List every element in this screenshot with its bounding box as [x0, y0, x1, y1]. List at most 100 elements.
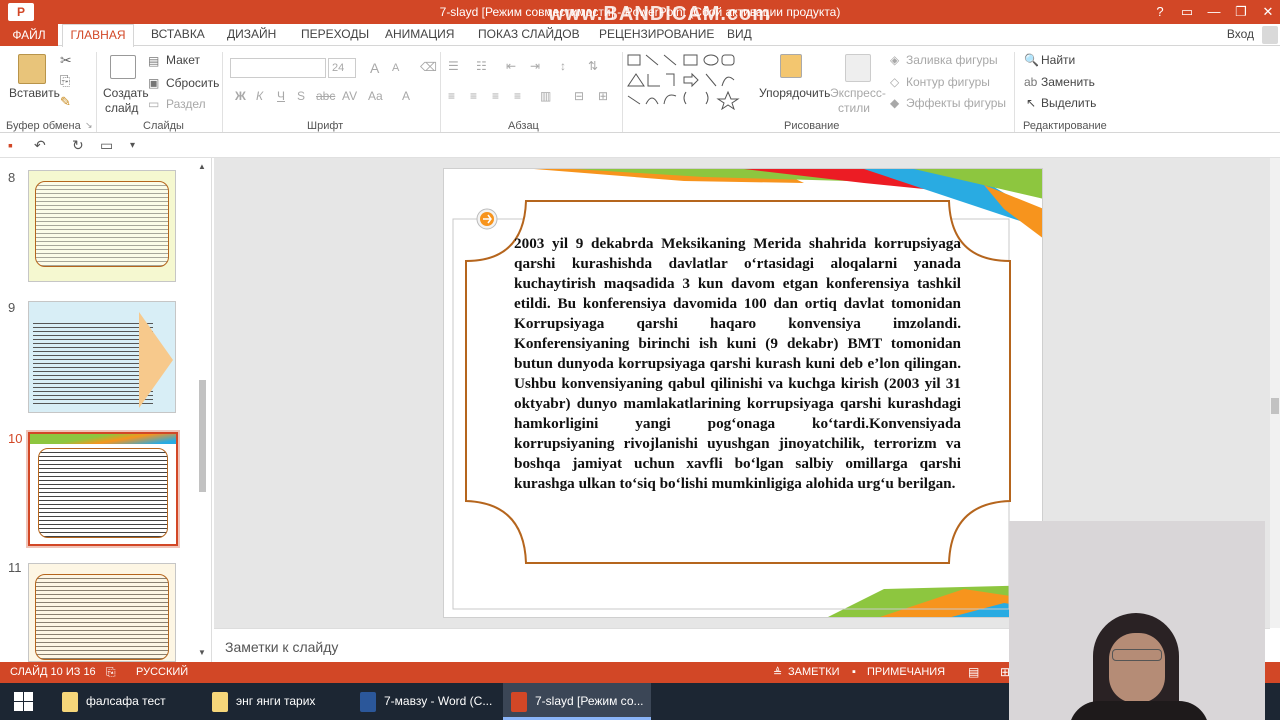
slide-thumbnail-8[interactable]	[28, 170, 176, 282]
group-divider	[1014, 52, 1015, 132]
align-text-icon[interactable]: ⊟	[574, 89, 584, 103]
quick-styles-button-line1[interactable]: Экспресс-	[830, 86, 886, 100]
tab-home[interactable]: ГЛАВНАЯ	[62, 24, 134, 47]
format-painter-icon[interactable]: ✎	[60, 94, 71, 110]
font-size-select[interactable]: 24	[328, 58, 356, 78]
arrange-icon	[780, 54, 802, 78]
redo-icon[interactable]: ↻	[72, 137, 84, 154]
windows-start-icon[interactable]	[14, 692, 34, 712]
tab-transitions[interactable]: ПЕРЕХОДЫ	[301, 27, 369, 41]
reset-button[interactable]: Сбросить	[166, 76, 219, 90]
increase-indent-icon[interactable]: ⇥	[530, 59, 540, 73]
ribbon-display-options-button[interactable]: ▭	[1173, 0, 1201, 24]
font-color-icon[interactable]: A	[402, 89, 410, 103]
bullets-icon[interactable]: ☰	[448, 59, 459, 73]
section-button[interactable]: Раздел	[166, 97, 206, 111]
tab-design[interactable]: ДИЗАЙН	[227, 27, 276, 41]
tab-review[interactable]: РЕЦЕНЗИРОВАНИЕ	[599, 27, 714, 41]
tab-insert[interactable]: ВСТАВКА	[151, 27, 205, 41]
cut-icon[interactable]: ✂	[60, 52, 72, 69]
dialog-launcher-icon[interactable]: ↘	[85, 120, 93, 131]
underline-button[interactable]: Ч	[277, 89, 285, 103]
group-divider	[622, 52, 623, 132]
powerpoint-app-icon[interactable]: P	[8, 3, 34, 21]
quick-styles-button-line2[interactable]: стили	[838, 101, 870, 115]
bold-button[interactable]: Ж	[235, 89, 246, 103]
sign-in-link[interactable]: Вход	[1227, 27, 1254, 41]
notes-toggle[interactable]: ЗАМЕТКИ	[788, 666, 840, 678]
undo-icon[interactable]: ↶	[34, 137, 46, 154]
account-avatar-icon[interactable]	[1262, 26, 1278, 44]
taskbar-item-label: 7-мавзу - Word (С...	[384, 694, 493, 708]
copy-icon[interactable]: ⎘	[60, 73, 70, 89]
grow-font-button[interactable]: A	[370, 60, 379, 76]
paste-button[interactable]: Вставить	[9, 86, 60, 100]
drawing-group-label: Рисование	[784, 120, 840, 132]
slide-thumbnail-10[interactable]	[26, 430, 180, 548]
comments-toggle[interactable]: ПРИМЕЧАНИЯ	[867, 666, 945, 678]
start-slideshow-icon[interactable]: ▭	[100, 137, 113, 154]
shape-effects-button[interactable]: Эффекты фигуры	[906, 96, 1006, 110]
layout-button[interactable]: Макет	[166, 53, 200, 67]
align-left-icon[interactable]: ≡	[448, 89, 455, 103]
slide-body-text[interactable]: 2003 yil 9 dekabrda Meksikaning Merida s…	[514, 234, 961, 494]
new-slide-button-line1[interactable]: Создать	[103, 86, 149, 100]
group-divider	[96, 52, 97, 132]
shape-outline-button[interactable]: Контур фигуры	[906, 75, 990, 89]
spelling-icon[interactable]: ⎘	[106, 665, 116, 680]
scroll-up-icon[interactable]: ▲	[198, 162, 207, 172]
slide-thumbnail-9[interactable]	[28, 301, 176, 413]
line-spacing-icon[interactable]: ↕	[560, 59, 566, 73]
taskbar-item[interactable]: фалсафа тест	[54, 683, 194, 720]
thumbnail-arrow-shape	[139, 312, 173, 408]
taskbar-item[interactable]: 7-мавзу - Word (С...	[352, 683, 498, 720]
align-center-icon[interactable]: ≡	[470, 89, 477, 103]
scroll-down-icon[interactable]: ▼	[198, 648, 207, 658]
shapes-gallery[interactable]	[626, 52, 754, 110]
font-family-select[interactable]	[230, 58, 326, 78]
shape-fill-button[interactable]: Заливка фигуры	[906, 53, 998, 67]
tab-slideshow[interactable]: ПОКАЗ СЛАЙДОВ	[478, 27, 580, 41]
columns-icon[interactable]: ▥	[540, 89, 551, 103]
scrollbar-thumb[interactable]	[1271, 398, 1279, 414]
find-icon: 🔍	[1024, 53, 1039, 67]
tab-animations[interactable]: АНИМАЦИЯ	[385, 27, 454, 41]
find-button[interactable]: Найти	[1041, 53, 1075, 67]
shadow-icon[interactable]: S	[297, 89, 305, 103]
numbering-icon[interactable]: ☷	[476, 59, 487, 73]
change-case-button[interactable]: Aa	[368, 89, 383, 103]
justify-icon[interactable]: ≡	[514, 89, 521, 103]
tab-file[interactable]: ФАЙЛ	[0, 24, 58, 46]
tab-view[interactable]: ВИД	[727, 27, 752, 41]
help-button[interactable]: ?	[1146, 0, 1174, 24]
shrink-font-button[interactable]: A	[392, 62, 399, 74]
replace-button[interactable]: Заменить	[1041, 75, 1095, 89]
character-spacing-button[interactable]: AV	[342, 89, 357, 103]
italic-button[interactable]: К	[256, 89, 263, 103]
thumbnail-scrollbar[interactable]: ▲ ▼	[196, 162, 208, 658]
taskbar-item[interactable]: энг янги тарих	[204, 683, 344, 720]
notes-placeholder: Заметки к слайду	[225, 639, 339, 655]
new-slide-button-line2[interactable]: слайд	[105, 101, 138, 115]
taskbar-item-active[interactable]: 7-slayd [Режим со...	[503, 683, 651, 720]
minimize-button[interactable]: —	[1200, 0, 1228, 24]
slide-thumbnail-11[interactable]	[28, 563, 176, 662]
close-button[interactable]: ✕	[1254, 0, 1280, 24]
scrollbar-thumb[interactable]	[199, 380, 206, 492]
select-button[interactable]: Выделить	[1041, 96, 1096, 110]
arrange-button[interactable]: Упорядочить	[759, 86, 830, 100]
customize-qat-icon[interactable]: ▾	[130, 140, 135, 151]
decrease-indent-icon[interactable]: ⇤	[506, 59, 516, 73]
text-direction-icon[interactable]: ⇅	[588, 59, 598, 73]
shape-outline-icon: ◇	[890, 75, 900, 89]
canvas-scrollbar[interactable]	[1270, 158, 1280, 628]
smartart-icon[interactable]: ⊞	[598, 89, 608, 103]
restore-button[interactable]: ❐	[1227, 0, 1255, 24]
language-indicator[interactable]: РУССКИЙ	[136, 666, 188, 678]
thumbnail-text-lines	[35, 181, 169, 267]
save-icon[interactable]: ▪	[8, 137, 13, 153]
strikethrough-button[interactable]: abc	[316, 89, 335, 103]
normal-view-icon[interactable]: ▤	[968, 665, 979, 679]
align-right-icon[interactable]: ≡	[492, 89, 499, 103]
clear-formatting-icon[interactable]: ⌫	[420, 60, 437, 74]
